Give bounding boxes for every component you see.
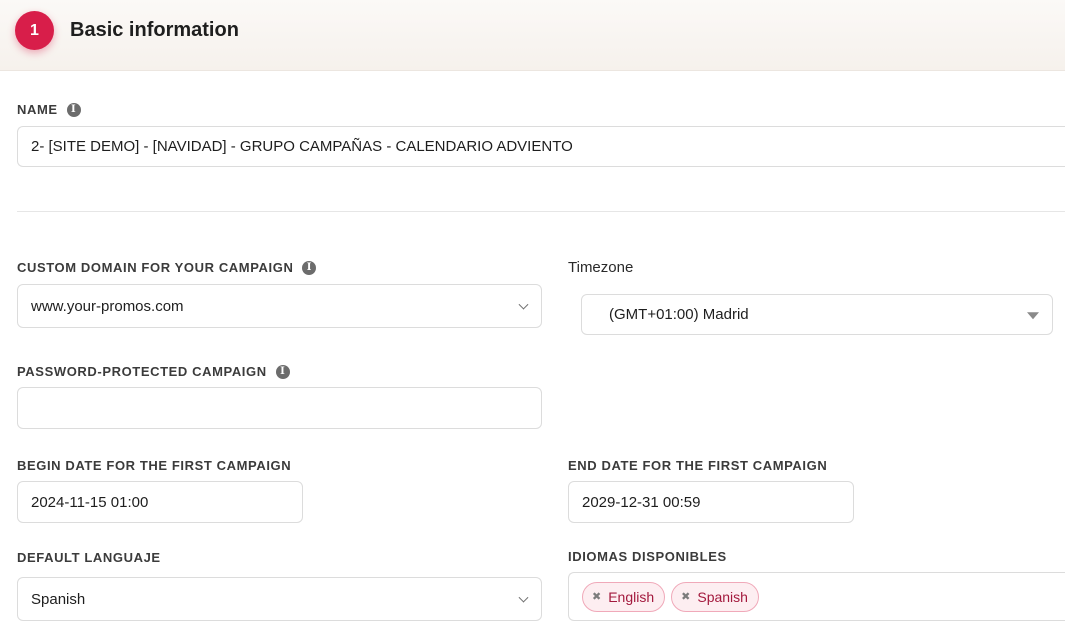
password-label-text: PASSWORD-PROTECTED CAMPAIGN (17, 364, 267, 379)
default-language-label: DEFAULT LANGUAJE (17, 550, 161, 565)
name-input[interactable]: 2- [SITE DEMO] - [NAVIDAD] - GRUPO CAMPA… (17, 126, 1065, 167)
end-date-label-text: END DATE FOR THE FIRST CAMPAIGN (568, 458, 828, 473)
password-label: PASSWORD-PROTECTED CAMPAIGN i (17, 364, 290, 379)
chevron-down-icon (518, 592, 529, 603)
password-input[interactable] (17, 387, 542, 429)
custom-domain-label-text: CUSTOM DOMAIN FOR YOUR CAMPAIGN (17, 260, 294, 275)
default-language-label-text: DEFAULT LANGUAJE (17, 550, 161, 565)
language-chip-label: English (608, 588, 655, 605)
name-label-text: NAME (17, 102, 58, 117)
caret-down-icon (1027, 311, 1039, 319)
chevron-down-icon (518, 299, 529, 310)
available-languages-label: IDIOMAS DISPONIBLES (568, 549, 727, 564)
info-icon[interactable]: i (66, 102, 81, 117)
available-languages-label-text: IDIOMAS DISPONIBLES (568, 549, 727, 564)
section-title: Basic information (70, 19, 239, 41)
custom-domain-label: CUSTOM DOMAIN FOR YOUR CAMPAIGN i (17, 260, 317, 275)
begin-date-value: 2024-11-15 01:00 (31, 493, 149, 511)
timezone-select[interactable]: (GMT+01:00) Madrid (581, 294, 1053, 335)
info-icon[interactable]: i (302, 260, 317, 275)
section-header: 1 Basic information (0, 0, 1065, 71)
close-icon[interactable]: ✖ (592, 590, 601, 603)
end-date-input[interactable]: 2029-12-31 00:59 (568, 481, 854, 523)
name-input-value: 2- [SITE DEMO] - [NAVIDAD] - GRUPO CAMPA… (31, 138, 573, 155)
begin-date-label-text: BEGIN DATE FOR THE FIRST CAMPAIGN (17, 458, 292, 473)
default-language-value: Spanish (31, 590, 86, 608)
end-date-label: END DATE FOR THE FIRST CAMPAIGN (568, 458, 827, 473)
custom-domain-select[interactable]: www.your-promos.com (17, 284, 542, 328)
section-divider (17, 211, 1065, 212)
end-date-value: 2029-12-31 00:59 (582, 493, 701, 511)
close-icon[interactable]: ✖ (681, 590, 690, 603)
default-language-select[interactable]: Spanish (17, 577, 542, 621)
begin-date-label: BEGIN DATE FOR THE FIRST CAMPAIGN (17, 458, 291, 473)
info-icon[interactable]: i (275, 364, 290, 379)
name-label: NAME i (17, 102, 81, 117)
timezone-label: Timezone (568, 259, 634, 276)
custom-domain-value: www.your-promos.com (31, 297, 184, 315)
begin-date-input[interactable]: 2024-11-15 01:00 (17, 481, 303, 523)
language-chip-english[interactable]: ✖ English (582, 581, 666, 612)
timezone-value: (GMT+01:00) Madrid (609, 306, 749, 323)
step-number-badge: 1 (15, 11, 54, 50)
language-chip-spanish[interactable]: ✖ Spanish (671, 581, 759, 612)
language-chip-label: Spanish (697, 588, 748, 605)
available-languages-multiselect[interactable]: ✖ English ✖ Spanish (568, 572, 1065, 621)
